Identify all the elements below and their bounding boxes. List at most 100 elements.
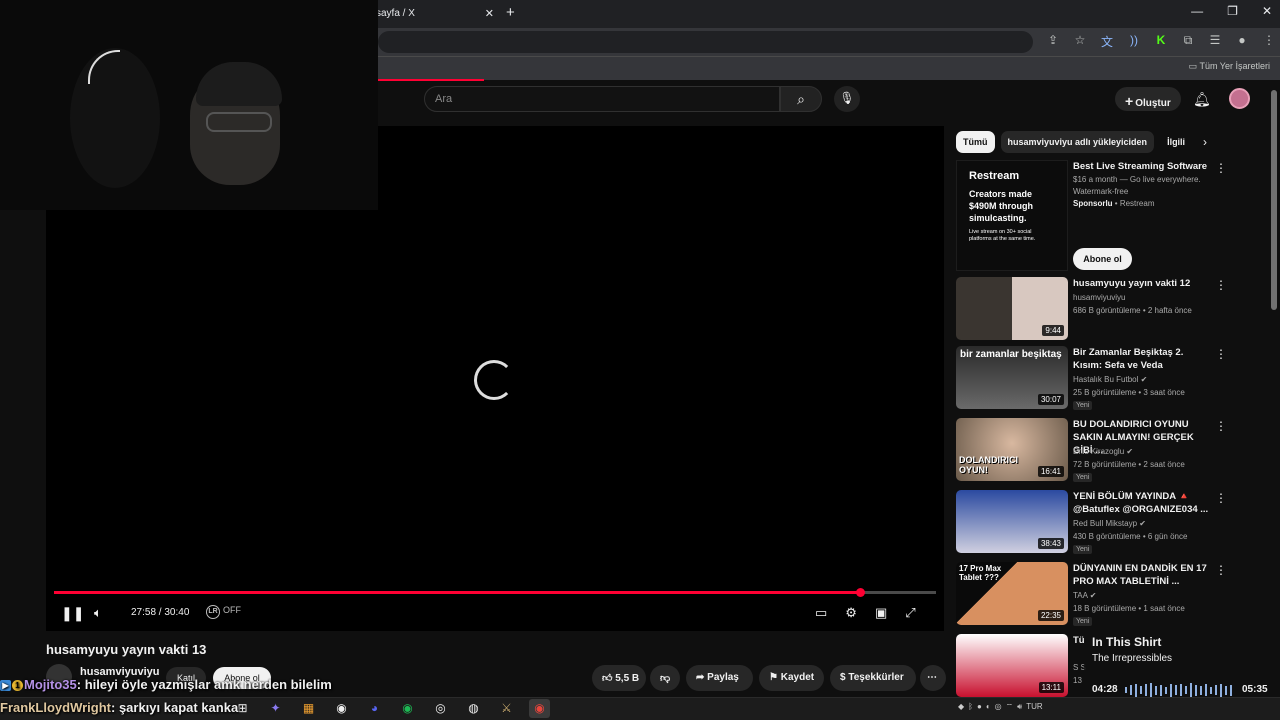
player-right-controls: ▭ ⚙ ▣ ⤢ [815,605,916,621]
ad-thumbnail[interactable]: Restream Creators made $490M through sim… [956,160,1068,271]
duration-badge: 9:44 [1042,325,1064,336]
close-window-icon[interactable]: ✕ [1262,4,1272,18]
ad-subtext: Live stream on 30+ social platforms at t… [969,229,1036,242]
chip-related[interactable]: İlgili [1160,131,1192,153]
new-tab-icon[interactable]: + [506,4,515,21]
league-icon[interactable]: ⚔ [496,699,517,718]
video-thumbnail[interactable]: 38:43 [956,490,1068,553]
video-thumbnail[interactable]: 9:44 [956,277,1068,340]
obs-icon[interactable]: ◎ [430,699,451,718]
discord-icon[interactable]: ◕ [364,699,385,718]
fullscreen-icon[interactable]: ⤢ [905,605,915,621]
translate-icon[interactable]: 文 [1100,33,1114,50]
kick-extension-icon[interactable]: K [1154,33,1168,50]
share-label: Paylaş [707,672,739,683]
like-button[interactable]: 👍︎ 5,5 B [592,665,646,691]
pause-icon[interactable]: ❚❚ [61,605,84,622]
waveform-bar [1180,684,1182,696]
duration-badge: 16:41 [1037,466,1064,477]
chip-all[interactable]: Tümü [956,131,995,153]
chat-text: şarkıyı kapat kanka [118,700,239,715]
video-thumbnail[interactable]: 17 Pro Max Tablet ??? 22:35 [956,562,1068,625]
video-menu-icon[interactable]: ⋮ [1215,491,1227,505]
reading-list-icon[interactable]: ☰ [1208,33,1222,50]
waveform-bar [1140,686,1142,694]
bookmark-star-icon[interactable]: ☆ [1073,33,1087,50]
close-tab-icon[interactable]: ✕ [485,7,494,20]
speaker-icon[interactable]: 🔊︎ [1017,702,1022,712]
bluetooth-icon[interactable]: ᛒ [968,702,973,712]
user-avatar[interactable] [1229,88,1250,109]
theater-mode-icon[interactable]: ▣ [875,605,887,621]
related-channel[interactable]: Red Bull Mikstayp ✔ [1073,517,1146,530]
related-channel[interactable]: Enis Kirazoglu ✔ [1073,445,1133,458]
video-thumbnail[interactable]: 13:11 [956,634,1068,697]
related-channel[interactable]: TAA ✔ [1073,589,1096,602]
install-icon[interactable]: ⇪ [1046,33,1060,50]
waveform-bar [1220,683,1222,697]
address-bar[interactable] [378,31,1033,53]
ad-menu-icon[interactable]: ⋮ [1215,161,1227,175]
related-video-title[interactable]: YENİ BÖLÜM YAYINDA 🔺 @Batuflex @ORGANIZE… [1073,490,1213,516]
notifications-bell-icon[interactable]: 🔔︎ [1193,91,1211,108]
tray-spotify-icon[interactable]: ● [977,702,982,712]
video-menu-icon[interactable]: ⋮ [1215,419,1227,433]
voice-search-button[interactable]: 🎙 [834,86,860,112]
ad-subscribe-button[interactable]: Abone ol [1073,248,1132,270]
audio-extension-icon[interactable]: )) [1127,33,1141,50]
wifi-icon[interactable]: ⌔ [1006,702,1014,712]
waveform-bar [1125,687,1127,693]
related-video-title[interactable]: DÜNYANIN EN DANDİK EN 17 PRO MAX TABLETİ… [1073,562,1213,588]
window-controls: — ❐ ✕ [1191,4,1272,18]
volume-icon[interactable]: 🔈︎ [94,605,102,621]
thanks-button[interactable]: $ Teşekkürler [830,665,916,691]
related-channel[interactable]: Hastalık Bu Futbol ✔ [1073,373,1147,386]
related-video-title[interactable]: Bir Zamanlar Beşiktaş 2. Kısım: Sefa ve … [1073,346,1213,372]
related-video-title[interactable]: husamyuyu yayın vakti 12 [1073,277,1213,290]
restore-icon[interactable]: ❐ [1227,4,1238,18]
lang-indicator[interactable]: TUR [1026,702,1042,712]
scrubber-handle[interactable] [856,588,865,597]
share-button[interactable]: ➦ Paylaş [686,665,753,691]
thumbnail-text: 17 Pro Max Tablet ??? [959,564,1002,582]
share-icon: ➦ [696,672,705,683]
thumbnail-text: bir zamanlar beşiktaş [960,349,1062,360]
chip-uploader[interactable]: husamviyuviyu adlı yükleyiciden [1000,131,1155,153]
tray-icon[interactable]: ◆ [958,702,964,712]
dislike-button[interactable]: 👎︎ [650,665,680,691]
settings-gear-icon[interactable]: ⚙ [845,605,857,621]
more-menu-icon[interactable]: ⋮ [1262,33,1276,50]
chevron-right-icon[interactable]: › [1203,135,1207,149]
scrollbar[interactable] [1271,90,1277,310]
save-button[interactable]: ⚑ Kaydet [759,665,824,691]
tray-discord-icon[interactable]: ◐ [986,702,991,712]
related-channel[interactable]: husamviyuviyu [1073,291,1125,304]
video-thumbnail[interactable]: bir zamanlar beşiktaş 30:07 [956,346,1068,409]
obs-alt-icon[interactable]: ◍ [463,699,484,718]
chrome-icon[interactable]: ◉ [529,699,550,718]
subtitles-icon[interactable]: ▭ [815,605,827,621]
search-button[interactable]: ⌕ [780,86,822,112]
tab-title: sayfa / X [376,8,415,19]
create-button[interactable]: + Oluştur [1115,87,1181,111]
browser-tab[interactable]: sayfa / X ✕ [372,2,500,28]
lr-toggle-button[interactable]: LR OFF [206,605,241,619]
ad-title[interactable]: Best Live Streaming Software [1073,160,1213,173]
search-input[interactable]: Ara [424,86,780,112]
video-menu-icon[interactable]: ⋮ [1215,347,1227,361]
tray-steam-icon[interactable]: ◎ [995,702,1002,712]
spotify-icon[interactable]: ◉ [397,699,418,718]
copilot-icon[interactable]: ✦ [265,699,286,718]
new-badge: Yeni [1073,473,1093,482]
more-actions-button[interactable]: ⋯ [920,665,946,691]
extensions-icon[interactable]: ⧉ [1181,33,1195,50]
video-thumbnail[interactable]: DOLANDIRICI OYUN! 16:41 [956,418,1068,481]
steam-icon[interactable]: ◉ [331,699,352,718]
video-menu-icon[interactable]: ⋮ [1215,563,1227,577]
profile-icon[interactable]: ● [1235,33,1249,50]
chat-badge-icon: ▶ [0,680,11,692]
video-menu-icon[interactable]: ⋮ [1215,278,1227,292]
store-icon[interactable]: ▦ [298,699,319,718]
minimize-icon[interactable]: — [1191,4,1203,18]
all-bookmarks-link[interactable]: ▭ Tüm Yer İşaretleri [1189,61,1270,72]
